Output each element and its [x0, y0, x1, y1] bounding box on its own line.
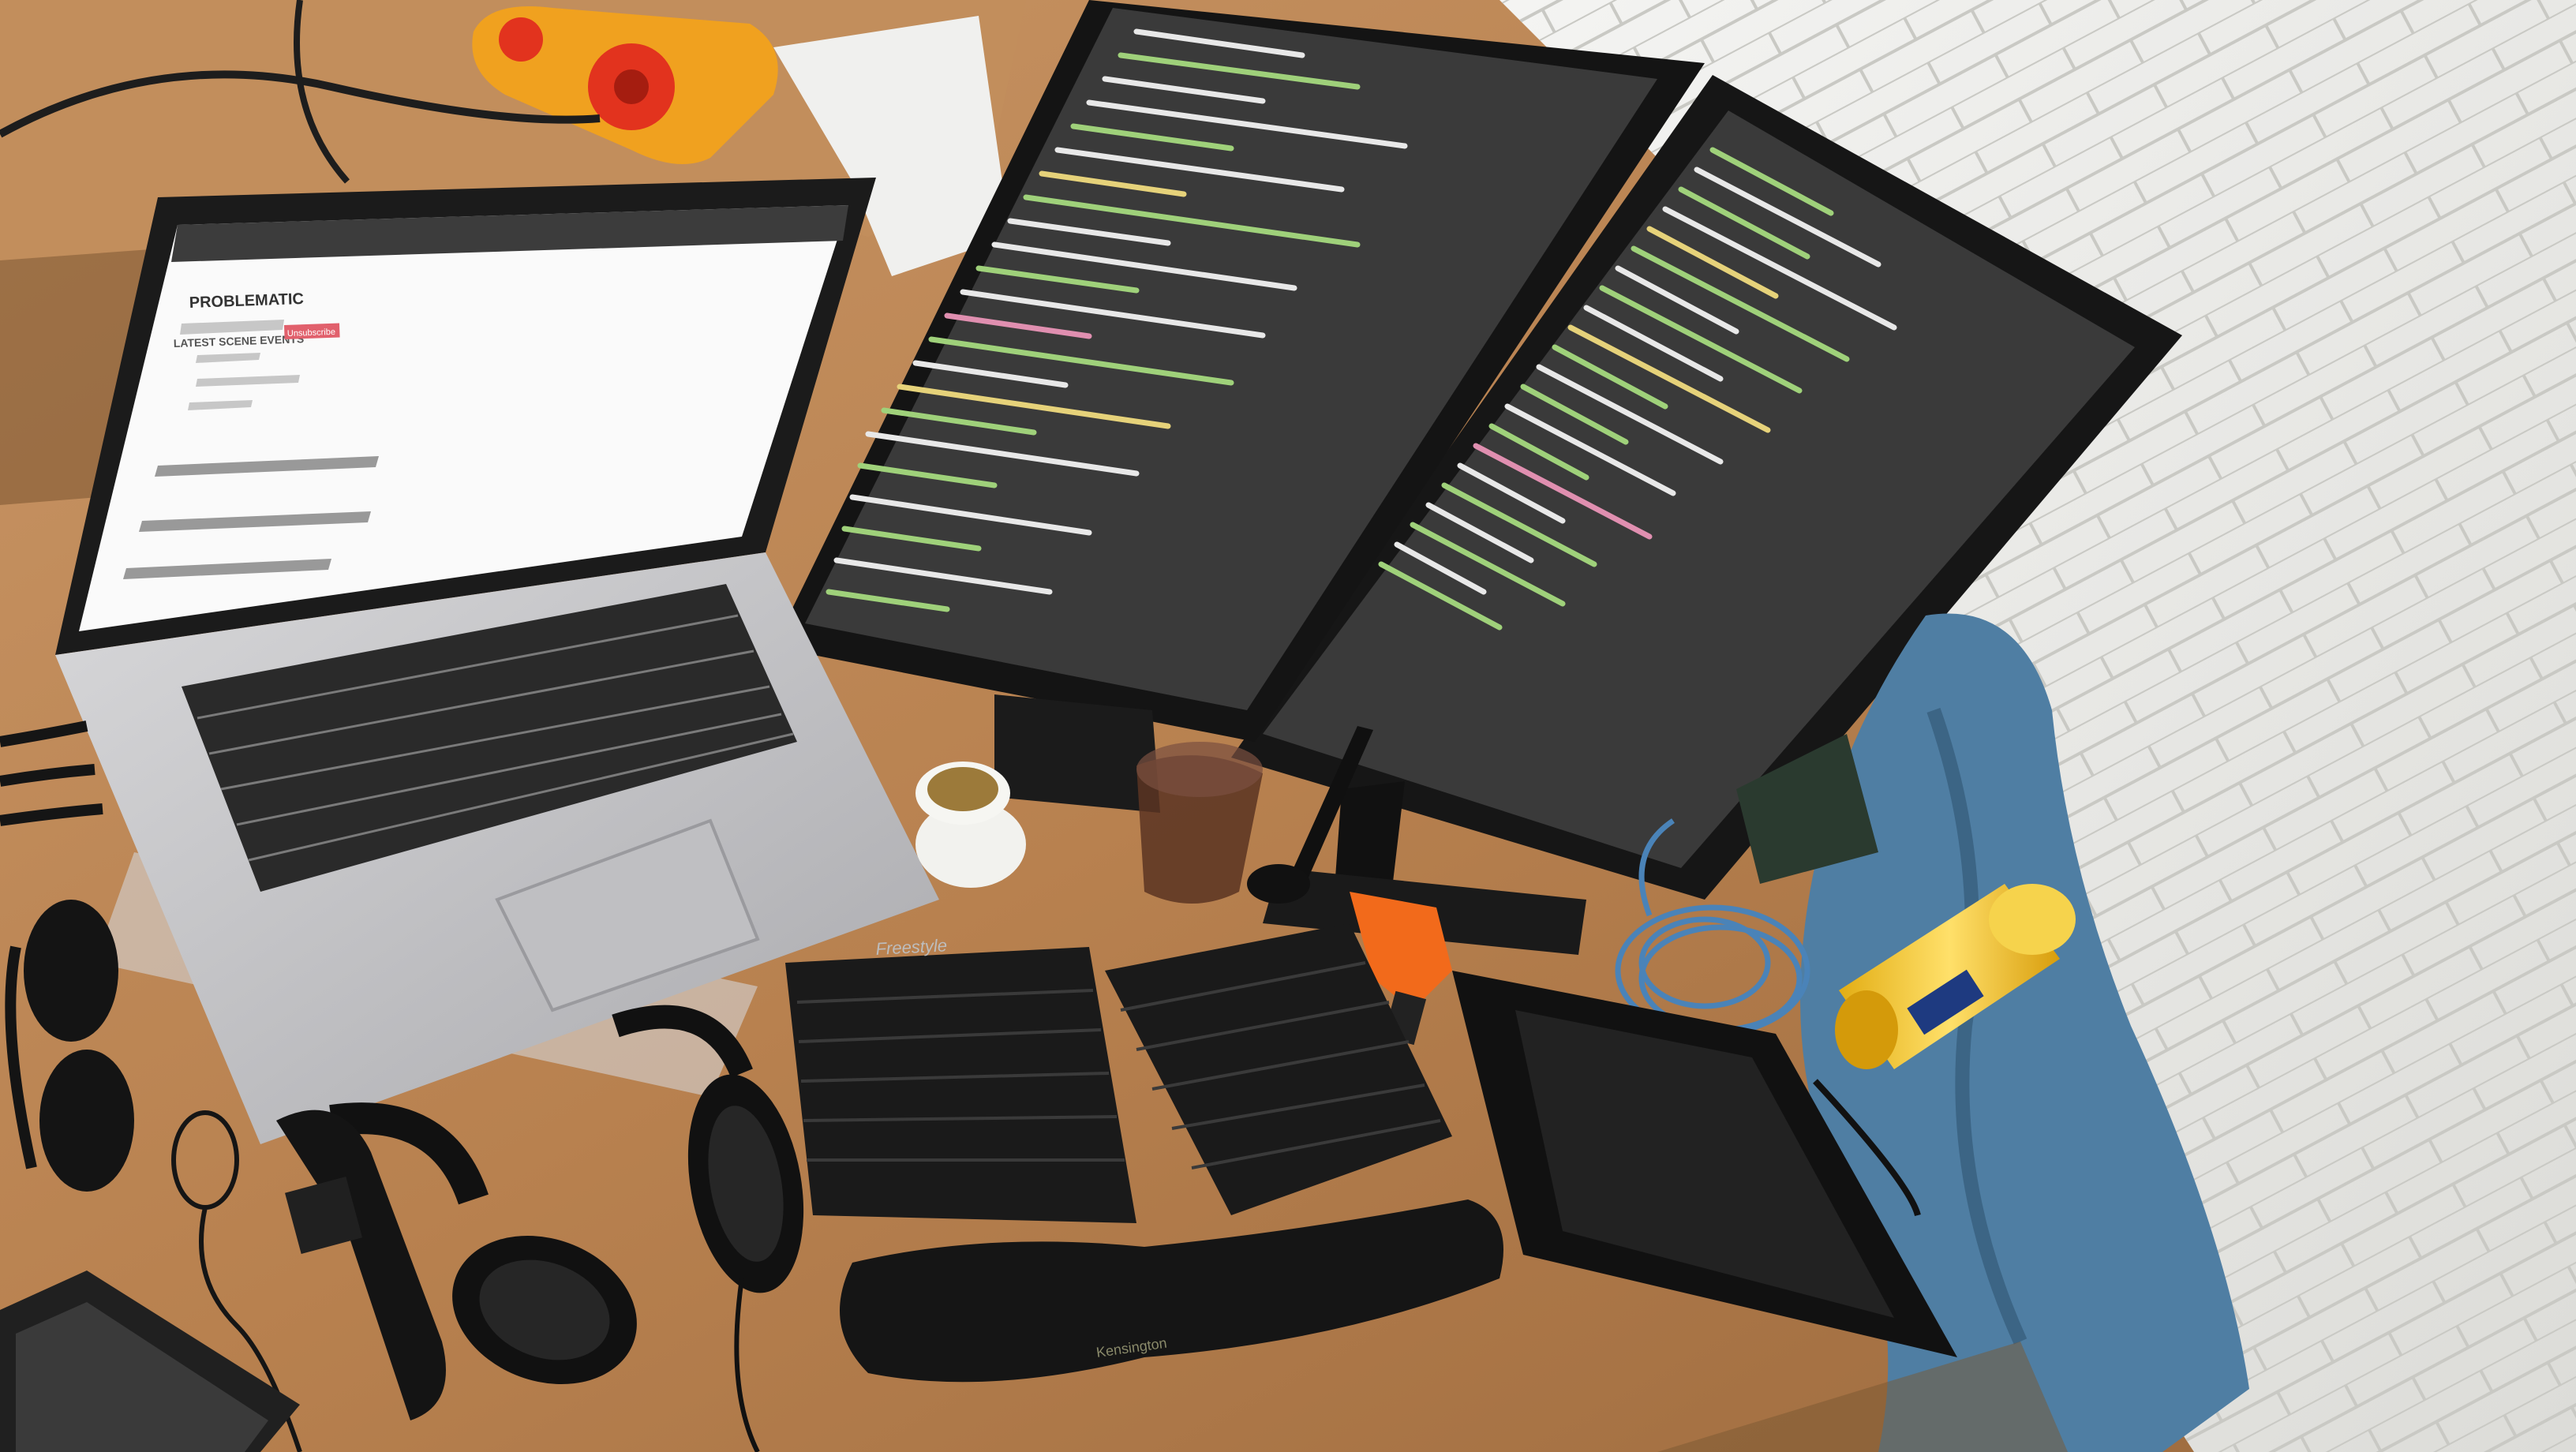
- keyboard-left-half: [785, 947, 1136, 1223]
- keyboard-brand: Freestyle: [875, 935, 948, 959]
- unsubscribe-tag-label: Unsubscribe: [287, 327, 336, 339]
- desk-photo: PROBLEMATIC LATEST SCENE EVENTS Unsubscr…: [0, 0, 2576, 1452]
